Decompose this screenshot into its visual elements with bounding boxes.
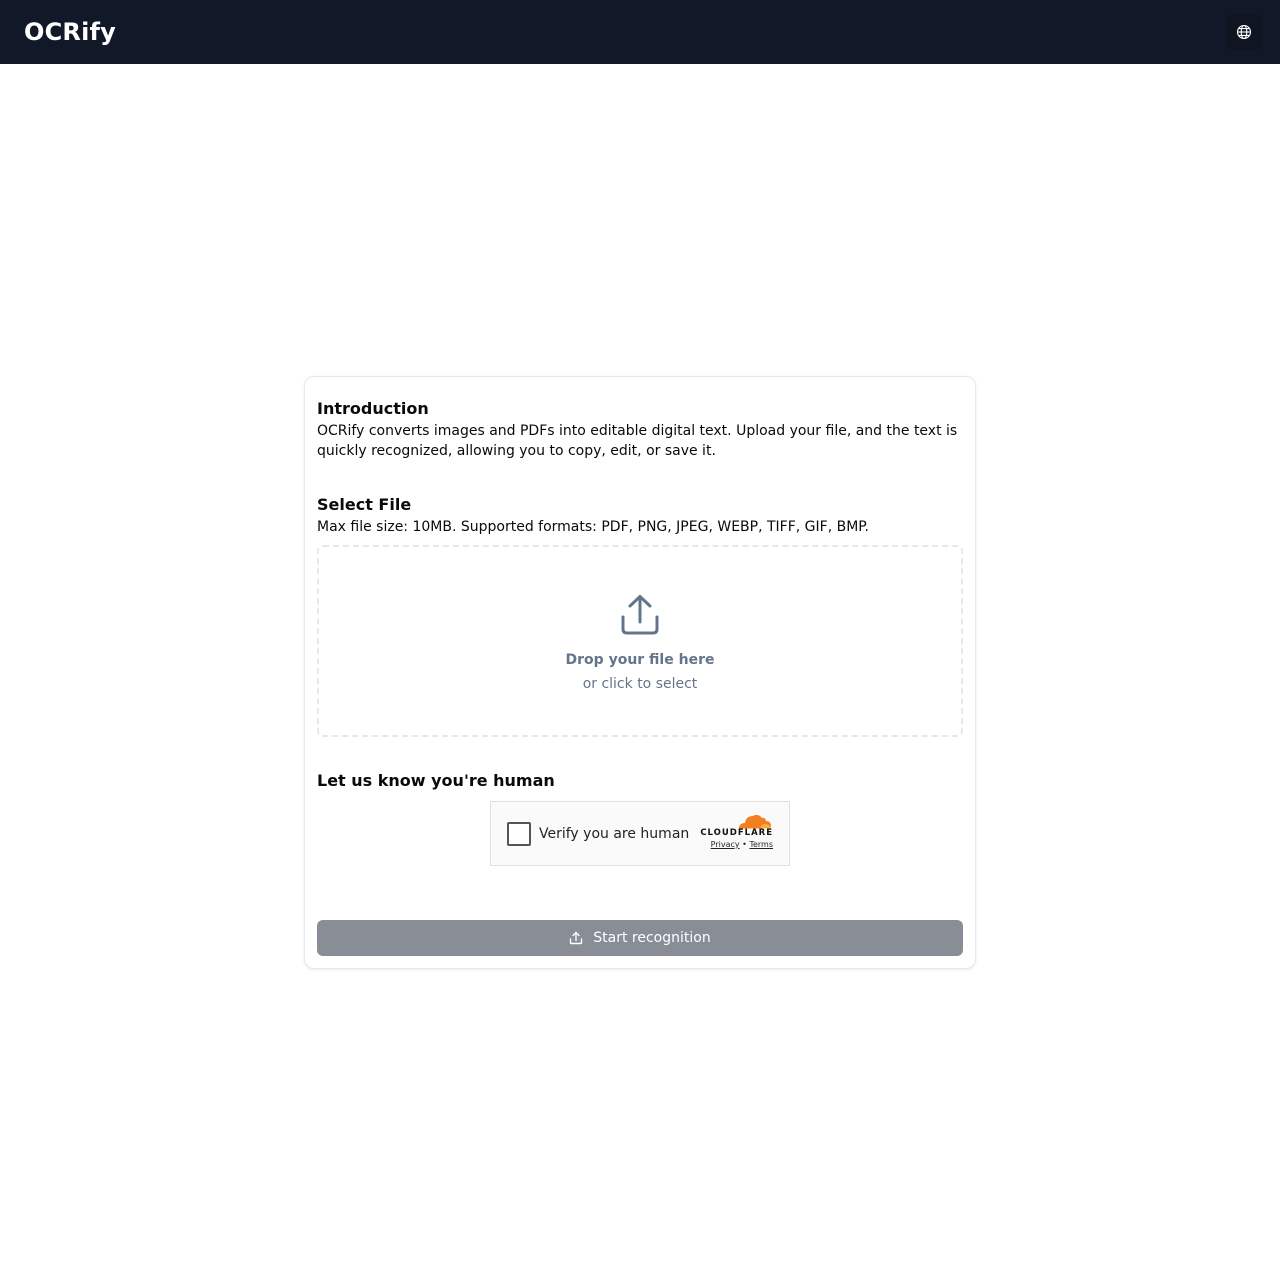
app-logo[interactable]: OCRify	[24, 18, 116, 46]
language-button[interactable]	[1226, 14, 1262, 50]
verify-label: Verify you are human	[539, 825, 690, 842]
intro-heading: Introduction	[317, 399, 429, 418]
upload-icon	[621, 595, 659, 635]
start-recognition-button[interactable]: Start recognition	[317, 920, 963, 956]
start-recognition-label: Start recognition	[593, 930, 711, 946]
dropzone-subtitle: or click to select	[582, 676, 698, 692]
globe-icon	[1236, 24, 1252, 40]
human-check-heading: Let us know you're human	[317, 771, 555, 790]
link-separator: •	[742, 840, 747, 849]
terms-link[interactable]: Terms	[749, 840, 773, 849]
captcha-links: Privacy • Terms	[711, 840, 773, 849]
upload-icon	[570, 931, 583, 945]
privacy-link[interactable]: Privacy	[711, 840, 740, 849]
cloudflare-brand: CLOUDFLARE Privacy • Terms	[699, 812, 773, 849]
dropzone-title: Drop your file here	[565, 652, 715, 668]
intro-text: OCRify converts images and PDFs into edi…	[317, 423, 958, 459]
top-bar: OCRify	[0, 0, 1280, 64]
captcha-widget: Verify you are human CLOUDFLARE Privacy …	[490, 801, 790, 866]
ocr-card: Introduction OCRify converts images and …	[304, 376, 976, 969]
file-dropzone[interactable]: Drop your file here or click to select	[317, 545, 963, 737]
select-file-heading: Select File	[317, 495, 412, 514]
verify-checkbox[interactable]	[507, 821, 531, 846]
cloudflare-wordmark: CLOUDFLARE	[700, 828, 773, 838]
file-requirements-text: Max file size: 10MB. Supported formats: …	[317, 519, 869, 535]
